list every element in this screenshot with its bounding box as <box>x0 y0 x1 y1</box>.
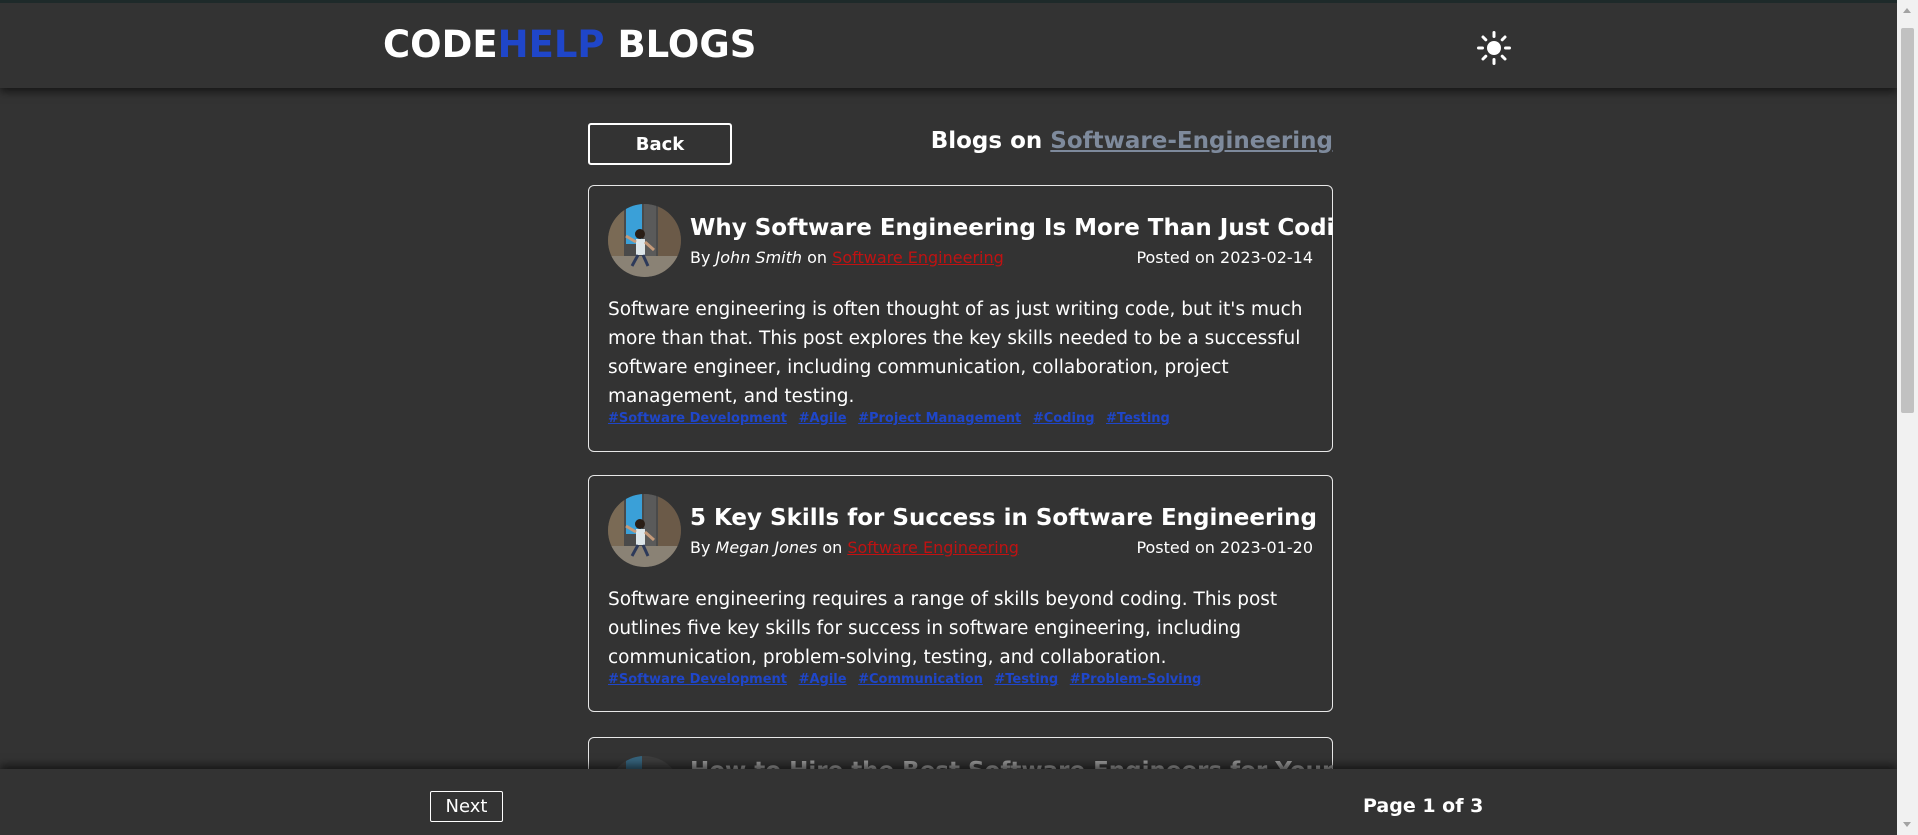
page-indicator: Page 1 of 3 <box>1363 795 1484 817</box>
by-label: By <box>690 538 711 557</box>
back-button[interactable]: Back <box>588 123 732 165</box>
logo-part-blogs: BLOGS <box>617 23 757 66</box>
on-label: on <box>807 248 828 267</box>
blog-excerpt: Software engineering requires a range of… <box>608 589 1278 668</box>
blog-title[interactable]: How to Hire the Best Software Engineers … <box>690 758 1333 769</box>
tag-link[interactable]: #Coding <box>1033 411 1095 426</box>
theme-toggle-button[interactable] <box>1477 31 1511 65</box>
logo-part-help: HELP <box>497 23 605 66</box>
author-avatar <box>608 204 681 277</box>
blog-card: How to Hire the Best Software Engineers … <box>588 737 1333 769</box>
tag-link[interactable]: #Software Development <box>608 411 787 426</box>
category-heading: Blogs on Software-Engineering <box>931 128 1333 154</box>
category-heading-link[interactable]: Software-Engineering <box>1050 128 1333 154</box>
author-avatar <box>608 756 681 769</box>
tag-link[interactable]: #Testing <box>1106 411 1170 426</box>
on-label: on <box>822 538 843 557</box>
scroll-up-icon[interactable] <box>1903 8 1911 13</box>
sun-icon <box>1477 31 1511 65</box>
scroll-down-icon[interactable] <box>1903 822 1911 827</box>
header-bar: CODEHELP BLOGS <box>0 0 1897 88</box>
blog-title[interactable]: 5 Key Skills for Success in Software Eng… <box>690 505 1317 531</box>
pagination-bar: Next Page 1 of 3 <box>0 769 1897 835</box>
tag-link[interactable]: #Agile <box>799 672 847 687</box>
tag-link[interactable]: #Project Management <box>858 411 1021 426</box>
blog-title[interactable]: Why Software Engineering Is More Than Ju… <box>690 215 1333 241</box>
tag-link[interactable]: #Software Development <box>608 672 787 687</box>
post-date: Posted on 2023-02-14 <box>1136 248 1313 267</box>
tag-link[interactable]: #Communication <box>858 672 983 687</box>
blog-excerpt: Software engineering is often thought of… <box>608 299 1303 407</box>
by-label: By <box>690 248 711 267</box>
logo-part-code: CODE <box>383 23 498 66</box>
post-date: Posted on 2023-01-20 <box>1136 538 1313 557</box>
site-logo[interactable]: CODEHELP BLOGS <box>383 23 756 66</box>
main-content: Back Blogs on Software-Engineering Why S… <box>588 88 1333 769</box>
blog-card: Why Software Engineering Is More Than Ju… <box>588 185 1333 452</box>
tag-list: #Software Development #Agile #Communicat… <box>608 672 1208 687</box>
author-name: John Smith <box>715 248 803 267</box>
tag-list: #Software Development #Agile #Project Ma… <box>608 411 1177 426</box>
tag-link[interactable]: #Problem-Solving <box>1070 672 1202 687</box>
category-link[interactable]: Software Engineering <box>847 538 1019 557</box>
blog-meta: By Megan Jones on Software Engineering <box>690 538 1019 557</box>
author-name: Megan Jones <box>715 538 818 557</box>
next-page-button[interactable]: Next <box>430 791 503 822</box>
tag-link[interactable]: #Testing <box>994 672 1058 687</box>
category-heading-prefix: Blogs on <box>930 128 1043 154</box>
category-link[interactable]: Software Engineering <box>832 248 1004 267</box>
author-avatar <box>608 494 681 567</box>
blog-card: 5 Key Skills for Success in Software Eng… <box>588 475 1333 712</box>
scroll-thumb[interactable] <box>1901 28 1914 413</box>
page-scrollbar[interactable] <box>1897 0 1918 835</box>
tag-link[interactable]: #Agile <box>799 411 847 426</box>
blog-meta: By John Smith on Software Engineering <box>690 248 1004 267</box>
